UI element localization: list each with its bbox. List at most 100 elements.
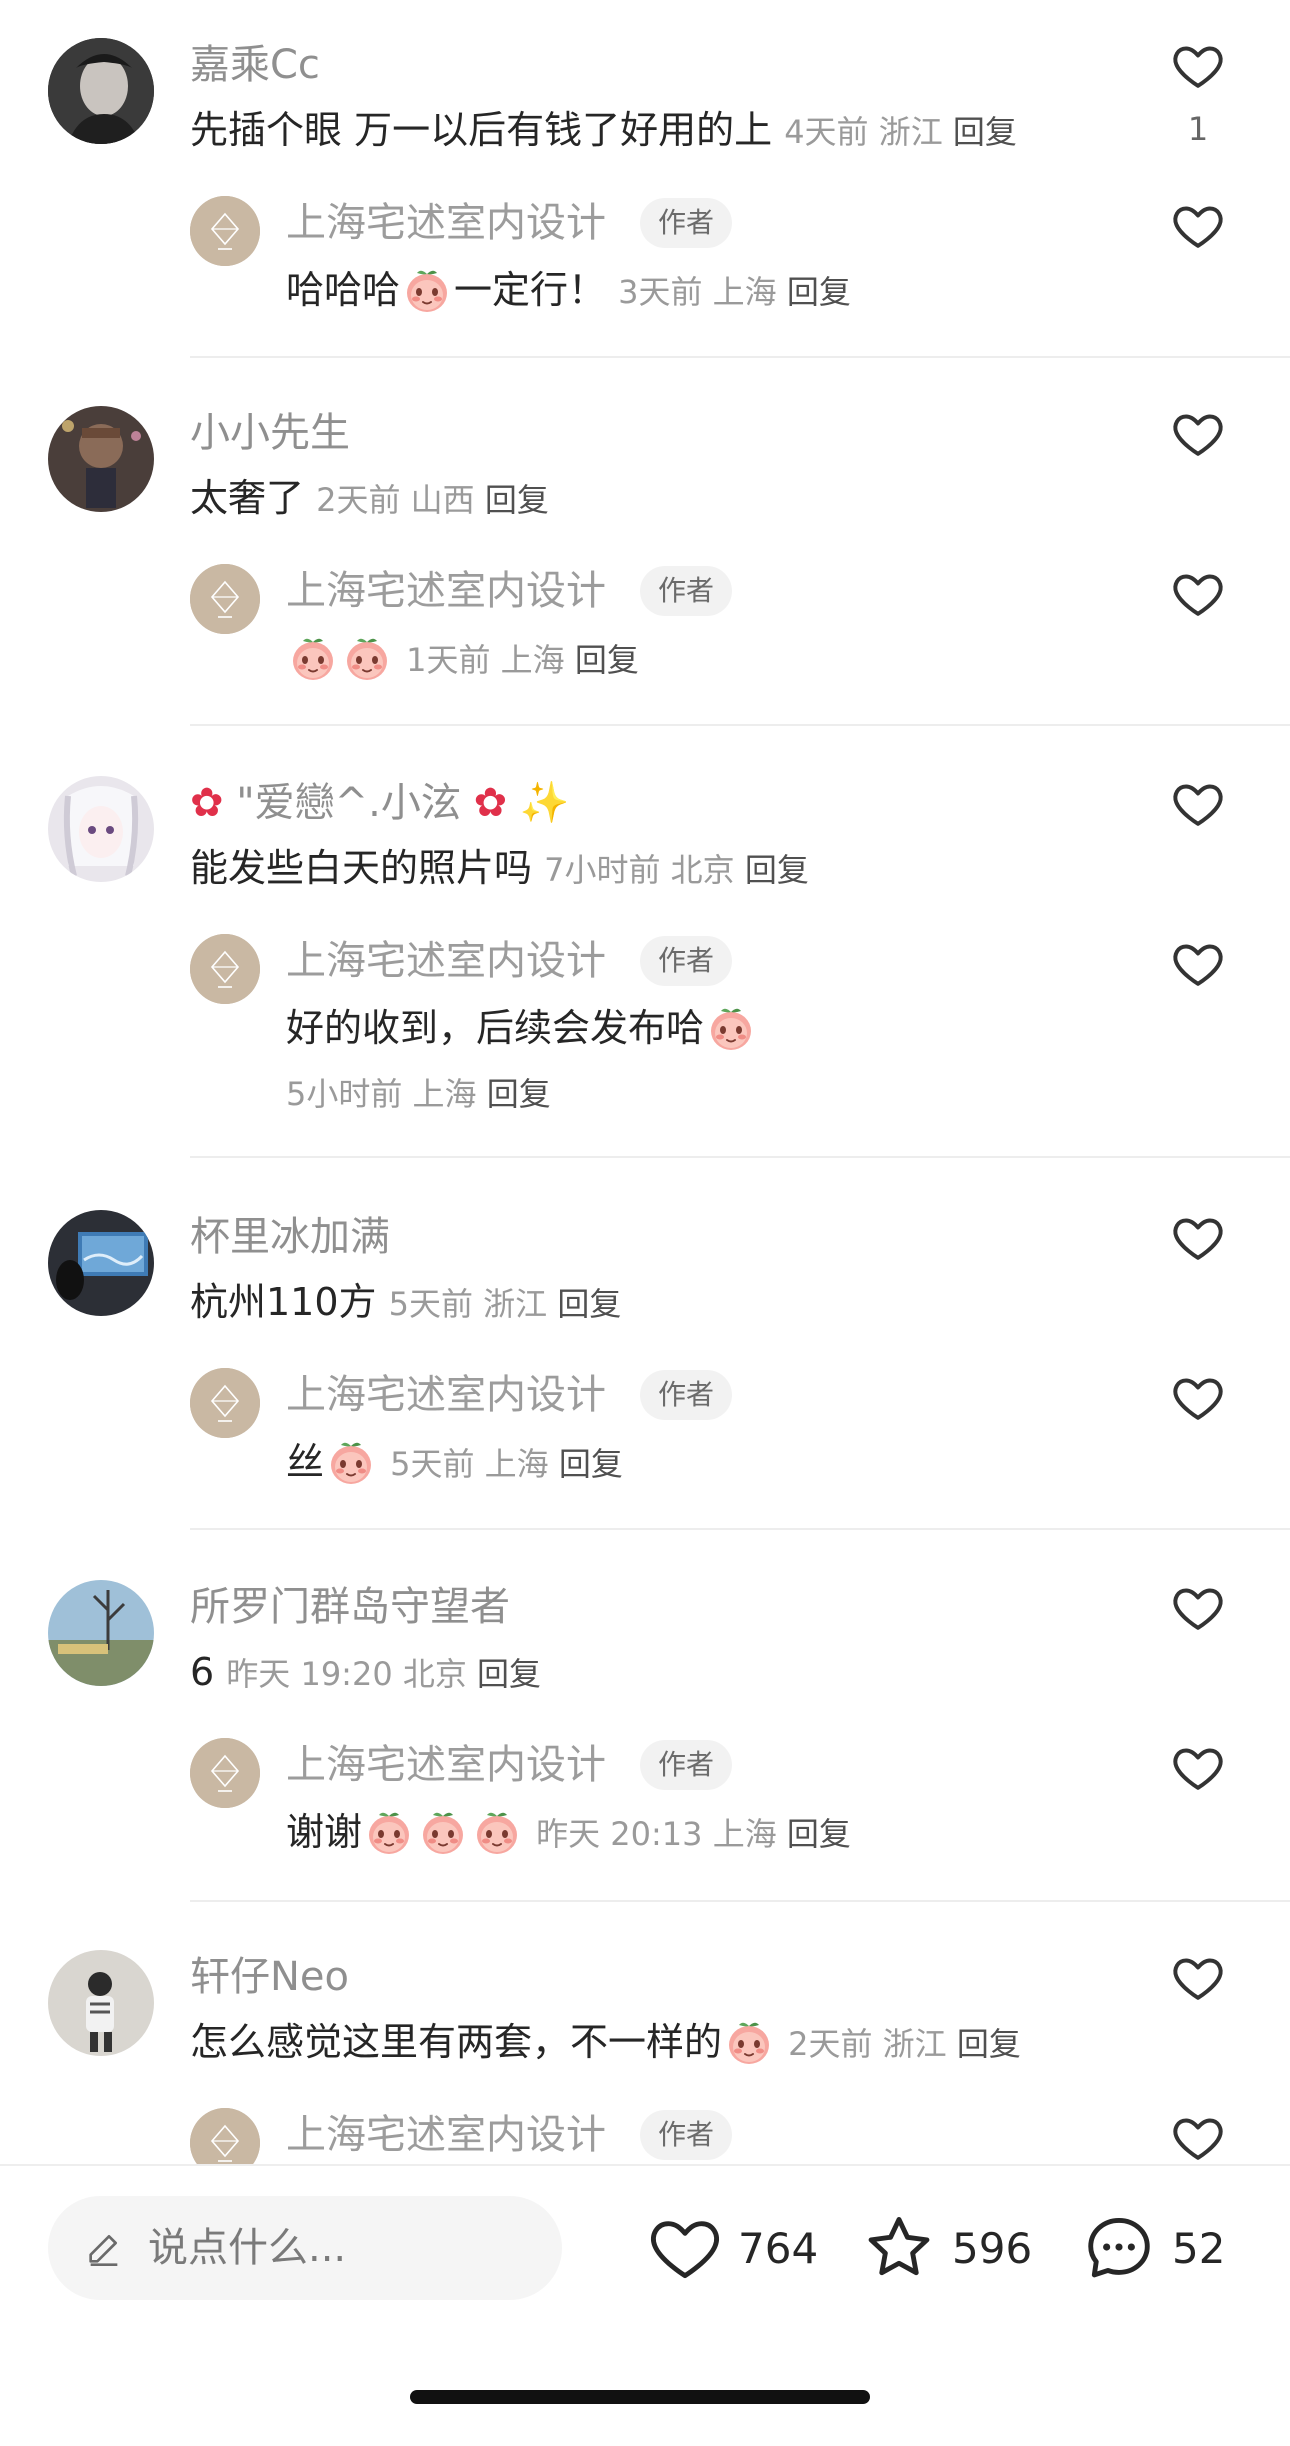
- reply-button[interactable]: 回复: [745, 851, 809, 889]
- tulip-emoji-icon: ✿: [190, 780, 224, 826]
- peach-emoji-icon: [288, 633, 338, 683]
- reply-button[interactable]: 回复: [787, 273, 851, 311]
- reply-button[interactable]: 回复: [575, 641, 639, 679]
- like-heart-icon[interactable]: [1170, 566, 1226, 622]
- comment-username[interactable]: 轩仔Neo: [190, 1952, 349, 2002]
- reply-body: 丝 5天前 上海 回复: [286, 1434, 623, 1492]
- reply-text-after: 一定行！: [454, 268, 607, 312]
- reply-username[interactable]: 上海宅述室内设计: [286, 1370, 606, 1420]
- like-heart-icon[interactable]: [1170, 38, 1226, 94]
- reply-username[interactable]: 上海宅述室内设计: [286, 198, 606, 248]
- avatar-image: [48, 776, 154, 882]
- tulip-emoji-icon: ✿: [473, 780, 508, 826]
- reply-button[interactable]: 回复: [559, 1445, 623, 1483]
- comment-text: 能发些白天的照片吗: [190, 846, 533, 890]
- like-heart-icon[interactable]: [1170, 1950, 1226, 2006]
- reply-text: 哈哈哈: [286, 268, 401, 312]
- author-avatar[interactable]: [190, 564, 260, 634]
- avatar[interactable]: [48, 776, 154, 882]
- like-heart-icon[interactable]: [1170, 1370, 1226, 1426]
- like-heart-icon[interactable]: [1170, 1210, 1226, 1266]
- comment-text: 怎么感觉这里有两套，不一样的: [190, 2020, 723, 2064]
- comment-text: 先插个眼 万一以后有钱了好用的上: [190, 108, 773, 152]
- like-heart-icon[interactable]: [1170, 936, 1226, 992]
- home-indicator[interactable]: [410, 2390, 870, 2404]
- reply-body: 哈哈哈 一定行！ 3天前 上海 回复: [286, 262, 851, 320]
- comment-username[interactable]: 杯里冰加满: [190, 1212, 390, 1262]
- like-heart-icon[interactable]: [1170, 198, 1226, 254]
- author-avatar[interactable]: [190, 196, 260, 266]
- author-avatar[interactable]: [190, 1368, 260, 1438]
- brand-logo-icon: [190, 196, 260, 266]
- author-badge: 作者: [640, 198, 733, 248]
- reply-button[interactable]: 回复: [487, 1075, 551, 1113]
- reply-location: 上海: [712, 273, 777, 311]
- comment-bubble-icon: [1088, 2217, 1150, 2278]
- peach-emoji-icon: [472, 1807, 522, 1857]
- reply-location: 上海: [412, 1075, 477, 1113]
- avatar[interactable]: [48, 38, 154, 144]
- like-button[interactable]: 764: [646, 2208, 818, 2288]
- reply-button[interactable]: 回复: [957, 2025, 1021, 2063]
- like-heart-icon[interactable]: [1170, 776, 1226, 832]
- reply-button[interactable]: 回复: [787, 1815, 851, 1853]
- like-heart-icon[interactable]: [1170, 406, 1226, 462]
- reply-username[interactable]: 上海宅述室内设计: [286, 1740, 606, 1790]
- reply-text: 好的收到，后续会发布哈: [286, 1006, 705, 1050]
- comment-meta: 4天前 浙江 回复: [784, 113, 1017, 151]
- reply-button[interactable]: 回复: [953, 113, 1017, 151]
- reply-location: 上海: [484, 1445, 549, 1483]
- peach-emoji-icon: [402, 265, 452, 315]
- reply-text: 谢谢: [286, 1810, 363, 1854]
- author-badge: 作者: [640, 1740, 733, 1790]
- divider: [190, 356, 1290, 358]
- comment-text: 太奢了: [190, 476, 305, 520]
- collect-button[interactable]: 596: [860, 2208, 1032, 2288]
- reply-button[interactable]: 回复: [477, 1655, 541, 1693]
- pencil-icon: [89, 2235, 118, 2266]
- comment-time: 昨天 19:20: [226, 1655, 393, 1693]
- avatar[interactable]: [48, 1210, 154, 1316]
- reply-body: 谢谢 昨天 20:13 上海 回复: [286, 1804, 851, 1862]
- like-heart-icon[interactable]: [1170, 2110, 1226, 2166]
- comment-text: 杭州110方: [190, 1280, 377, 1324]
- brand-logo-icon: [190, 1368, 260, 1438]
- peach-emoji-icon: [418, 1807, 468, 1857]
- like-heart-icon[interactable]: [1170, 1740, 1226, 1796]
- author-badge: 作者: [640, 566, 733, 616]
- comments-button[interactable]: 52: [1080, 2208, 1225, 2288]
- comment-input[interactable]: 说点什么...: [48, 2196, 562, 2300]
- collect-total: 596: [952, 2223, 1033, 2273]
- reply-username[interactable]: 上海宅述室内设计: [286, 2110, 606, 2160]
- reply-location: 上海: [500, 641, 565, 679]
- avatar-image: [48, 1210, 154, 1316]
- comment-username[interactable]: 小小先生: [190, 408, 350, 458]
- like-count: 1: [1187, 110, 1209, 148]
- reply-button[interactable]: 回复: [557, 1285, 621, 1323]
- comment-meta: 7小时前 北京 回复: [544, 851, 809, 889]
- reply-time: 3天前: [618, 273, 703, 311]
- like-heart-icon[interactable]: [1170, 1580, 1226, 1636]
- username-text: "爱戀^.小泫: [236, 780, 461, 826]
- reply-meta: 5小时前 上海 回复: [286, 1066, 551, 1122]
- reply-button[interactable]: 回复: [485, 481, 549, 519]
- comment-time: 7小时前: [544, 851, 661, 889]
- comment-meta: 2天前 浙江 回复: [788, 2025, 1021, 2063]
- comment-meta: 5天前 浙江 回复: [389, 1285, 622, 1323]
- comment-total: 52: [1172, 2223, 1226, 2273]
- comment-username[interactable]: ✿ "爱戀^.小泫 ✿ ✨: [190, 778, 570, 828]
- comment-location: 浙江: [878, 113, 943, 151]
- comment-username[interactable]: 所罗门群岛守望者: [190, 1582, 510, 1632]
- comment-body: 先插个眼 万一以后有钱了好用的上 4天前 浙江 回复: [190, 102, 1017, 160]
- peach-emoji-icon: [342, 633, 392, 683]
- comment-meta: 昨天 19:20 北京 回复: [226, 1655, 541, 1693]
- reply-username[interactable]: 上海宅述室内设计: [286, 566, 606, 616]
- avatar[interactable]: [48, 1950, 154, 2056]
- reply-username[interactable]: 上海宅述室内设计: [286, 936, 606, 986]
- author-avatar[interactable]: [190, 1738, 260, 1808]
- author-avatar[interactable]: [190, 934, 260, 1004]
- avatar[interactable]: [48, 1580, 154, 1686]
- avatar[interactable]: [48, 406, 154, 512]
- comment-username[interactable]: 嘉乘Cc: [190, 40, 320, 90]
- comment-location: 浙江: [882, 2025, 947, 2063]
